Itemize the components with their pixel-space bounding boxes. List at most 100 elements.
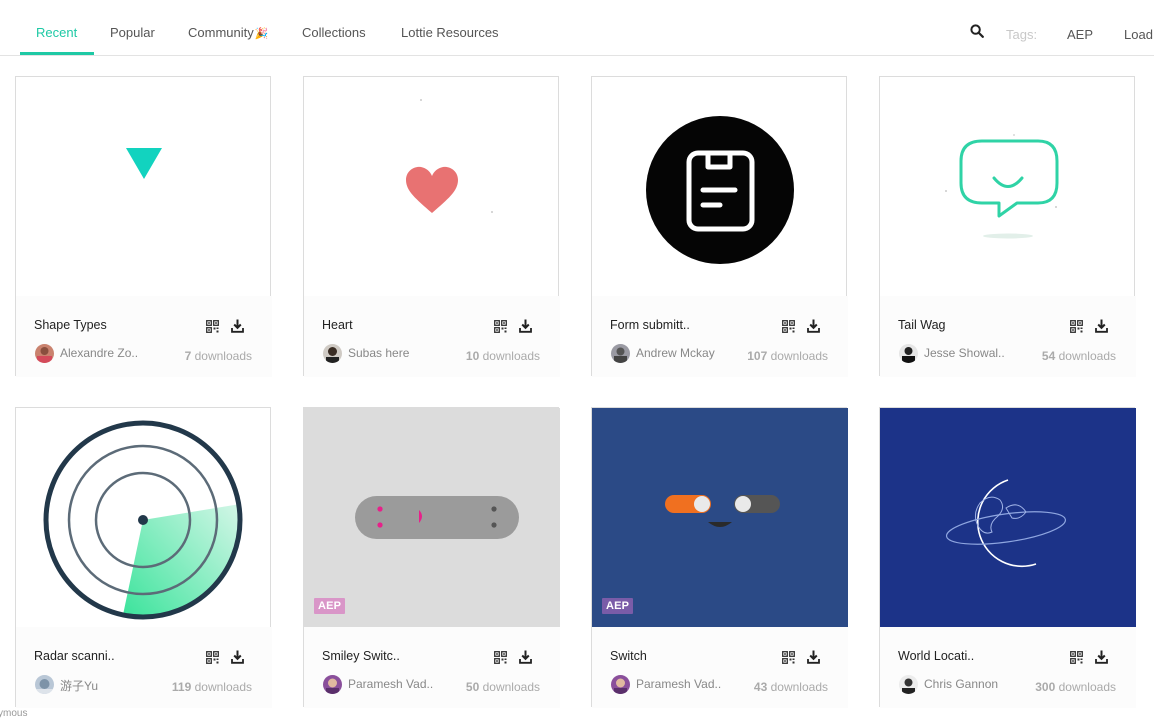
animation-preview[interactable] bbox=[16, 408, 272, 628]
card-info: World Locati.. Chris Gannon 300 download… bbox=[880, 627, 1136, 708]
card-info: Shape Types Alexandre Zo.. 7 downloads bbox=[16, 296, 272, 377]
author-name[interactable]: Jesse Showal.. bbox=[924, 346, 1005, 360]
avatar[interactable] bbox=[611, 344, 630, 363]
card-info: Smiley Switc.. Paramesh Vad.. 50 downloa… bbox=[304, 627, 560, 708]
animation-card: Radar scanni.. 游子Yu 119 downloads bbox=[15, 407, 272, 708]
qr-code-icon[interactable] bbox=[782, 320, 795, 333]
animation-preview[interactable]: AEP bbox=[592, 408, 848, 628]
card-title[interactable]: Switch bbox=[610, 649, 647, 663]
author-name[interactable]: 游子Yu bbox=[60, 677, 98, 694]
avatar[interactable] bbox=[611, 675, 630, 694]
qr-code-icon[interactable] bbox=[1070, 651, 1083, 664]
tab-recent[interactable]: Recent bbox=[36, 0, 77, 55]
qr-code-icon[interactable] bbox=[1070, 320, 1083, 333]
author-name[interactable]: Chris Gannon bbox=[924, 677, 998, 691]
avatar[interactable] bbox=[35, 675, 54, 694]
qr-code-icon[interactable] bbox=[206, 651, 219, 664]
download-label: downloads bbox=[479, 349, 540, 363]
tags-label: Tags: bbox=[1006, 27, 1038, 42]
animation-preview[interactable] bbox=[592, 77, 848, 297]
download-count: 54 downloads bbox=[1042, 349, 1116, 363]
radar-icon bbox=[43, 420, 243, 620]
download-count: 7 downloads bbox=[185, 349, 252, 363]
download-number: 50 bbox=[465, 680, 480, 694]
animation-preview[interactable] bbox=[880, 77, 1136, 297]
clipboard-icon bbox=[646, 116, 794, 264]
author-name[interactable]: Paramesh Vad.. bbox=[348, 677, 433, 691]
card-title[interactable]: Shape Types bbox=[34, 318, 107, 332]
card-title[interactable]: Smiley Switc.. bbox=[322, 649, 400, 663]
download-count: 300 downloads bbox=[1035, 680, 1116, 694]
avatar[interactable] bbox=[899, 344, 918, 363]
animation-card: Shape Types Alexandre Zo.. 7 downloads bbox=[15, 76, 272, 377]
card-title[interactable]: Radar scanni.. bbox=[34, 649, 115, 663]
download-icon[interactable] bbox=[519, 319, 532, 333]
download-label: downloads bbox=[767, 680, 828, 694]
search-icon[interactable] bbox=[970, 24, 984, 38]
qr-code-icon[interactable] bbox=[206, 320, 219, 333]
card-info: Form submitt.. Andrew Mckay 107 download… bbox=[592, 296, 848, 377]
animation-card: World Locati.. Chris Gannon 300 download… bbox=[879, 407, 1136, 708]
qr-code-icon[interactable] bbox=[494, 320, 507, 333]
tag-load[interactable]: Load bbox=[1124, 27, 1153, 42]
globe-icon bbox=[945, 479, 1067, 568]
download-count: 50 downloads bbox=[466, 680, 540, 694]
download-number: 300 bbox=[1035, 680, 1056, 694]
avatar[interactable] bbox=[35, 344, 54, 363]
download-icon[interactable] bbox=[1095, 319, 1108, 333]
author-name[interactable]: Andrew Mckay bbox=[636, 346, 715, 360]
card-info: Switch Paramesh Vad.. 43 downloads bbox=[592, 627, 848, 708]
author-name[interactable]: Alexandre Zo.. bbox=[60, 346, 138, 360]
card-info: Heart Subas here 10 downloads bbox=[304, 296, 560, 377]
download-label: downloads bbox=[191, 349, 252, 363]
tag-aep[interactable]: AEP bbox=[1067, 27, 1093, 42]
animation-preview[interactable]: AEP bbox=[304, 408, 560, 628]
qr-code-icon[interactable] bbox=[494, 651, 507, 664]
download-label: downloads bbox=[1055, 349, 1116, 363]
avatar[interactable] bbox=[899, 675, 918, 694]
animation-preview[interactable] bbox=[880, 408, 1136, 628]
download-count: 10 downloads bbox=[466, 349, 540, 363]
party-popper-icon: 🎉 bbox=[254, 28, 269, 40]
download-icon[interactable] bbox=[231, 650, 244, 664]
animation-preview[interactable] bbox=[16, 77, 272, 297]
animation-card: Heart Subas here 10 downloads bbox=[303, 76, 560, 377]
tab-collections[interactable]: Collections bbox=[302, 0, 366, 55]
card-title[interactable]: World Locati.. bbox=[898, 649, 974, 663]
card-title[interactable]: Form submitt.. bbox=[610, 318, 690, 332]
chat-bubble-icon bbox=[945, 134, 1059, 239]
animation-preview[interactable] bbox=[304, 77, 560, 297]
toggle-icon bbox=[665, 495, 780, 527]
download-number: 54 bbox=[1041, 349, 1056, 363]
download-icon[interactable] bbox=[231, 319, 244, 333]
avatar[interactable] bbox=[323, 675, 342, 694]
animation-card: AEP Smiley Switc.. Paramesh Vad.. 50 dow… bbox=[303, 407, 560, 708]
animation-card: Tail Wag Jesse Showal.. 54 downloads bbox=[879, 76, 1136, 377]
download-label: downloads bbox=[191, 680, 252, 694]
download-icon[interactable] bbox=[1095, 650, 1108, 664]
card-title[interactable]: Tail Wag bbox=[898, 318, 945, 332]
download-icon[interactable] bbox=[807, 319, 820, 333]
download-number: 119 bbox=[171, 680, 192, 694]
download-number: 10 bbox=[465, 349, 480, 363]
animation-card: Form submitt.. Andrew Mckay 107 download… bbox=[591, 76, 848, 377]
author-name[interactable]: Paramesh Vad.. bbox=[636, 677, 721, 691]
card-title[interactable]: Heart bbox=[322, 318, 353, 332]
download-count: 119 downloads bbox=[172, 680, 252, 694]
download-icon[interactable] bbox=[519, 650, 532, 664]
download-count: 43 downloads bbox=[754, 680, 828, 694]
tab-popular[interactable]: Popular bbox=[110, 0, 155, 55]
card-info: Radar scanni.. 游子Yu 119 downloads bbox=[16, 627, 272, 708]
download-icon[interactable] bbox=[807, 650, 820, 664]
tab-community[interactable]: Community🎉 bbox=[188, 0, 268, 55]
switch-icon bbox=[355, 496, 519, 539]
author-name[interactable]: Subas here bbox=[348, 346, 409, 360]
tab-lottie-resources[interactable]: Lottie Resources bbox=[401, 0, 499, 55]
top-nav: Recent Popular Community🎉 Collections Lo… bbox=[0, 0, 1154, 56]
avatar[interactable] bbox=[323, 344, 342, 363]
qr-code-icon[interactable] bbox=[782, 651, 795, 664]
download-number: 43 bbox=[753, 680, 768, 694]
card-info: Tail Wag Jesse Showal.. 54 downloads bbox=[880, 296, 1136, 377]
footer-text-fragment: ymous bbox=[0, 708, 28, 719]
download-label: downloads bbox=[767, 349, 828, 363]
